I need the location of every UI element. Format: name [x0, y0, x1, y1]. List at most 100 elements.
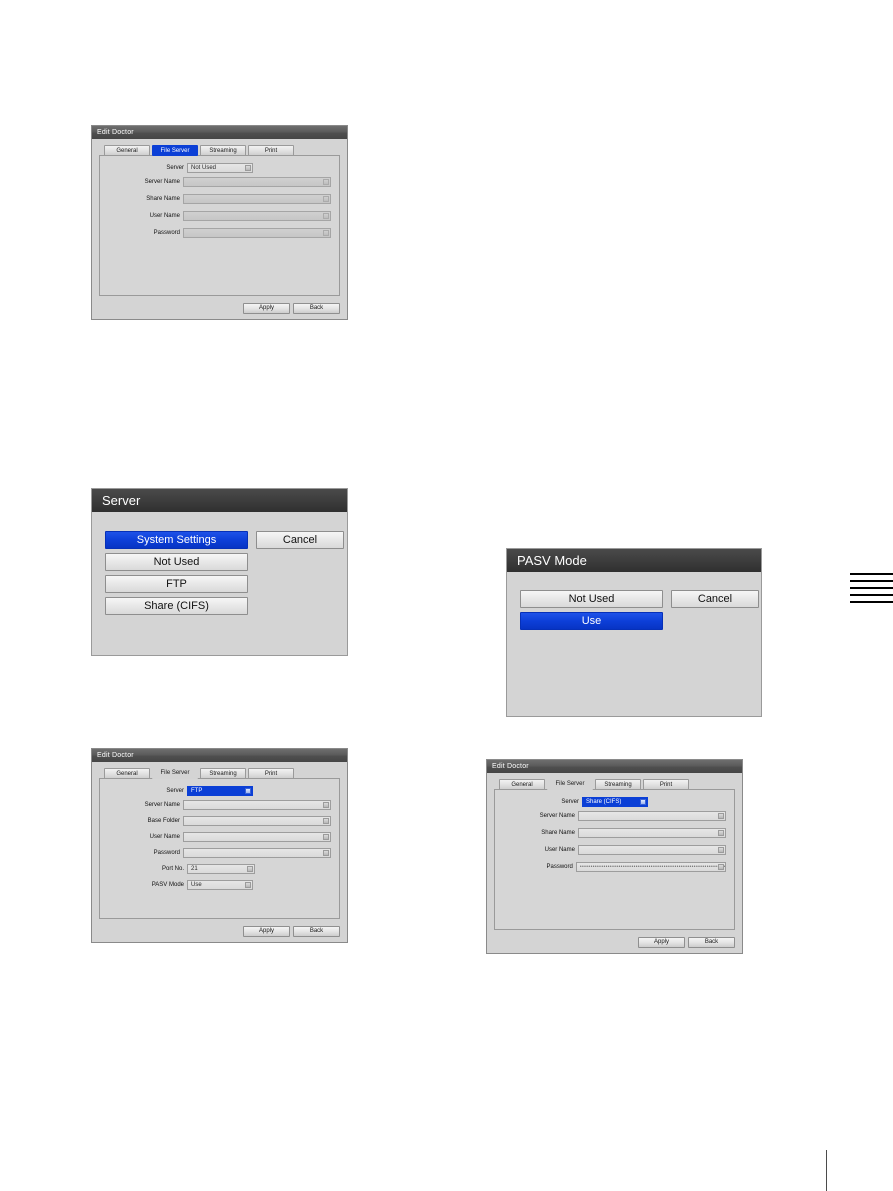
- combo-server[interactable]: Not Used: [187, 163, 253, 173]
- keyboard-icon[interactable]: [718, 864, 724, 870]
- dialog-title: PASV Mode: [517, 553, 587, 568]
- input-server-name[interactable]: [577, 811, 726, 821]
- label-server: Server: [166, 788, 184, 794]
- apply-button[interactable]: Apply: [243, 303, 290, 314]
- chevron-down-icon[interactable]: [640, 799, 646, 805]
- label-base-folder: Base Folder: [147, 818, 180, 824]
- chevron-down-icon[interactable]: [245, 788, 251, 794]
- label-user-name: User Name: [149, 213, 180, 219]
- field-row-server: Server Share (CIFS): [503, 797, 726, 807]
- server-choice-dialog: Server System Settings Not Used FTP Shar…: [91, 488, 348, 656]
- tab-general[interactable]: General: [104, 145, 150, 156]
- keyboard-icon: [323, 213, 329, 219]
- input-user-name[interactable]: [182, 832, 331, 842]
- combo-server[interactable]: Share (CIFS): [582, 797, 648, 807]
- dialog-titlebar: Edit Doctor: [92, 126, 347, 139]
- label-server: Server: [166, 165, 184, 171]
- tab-bar: General File Server Streaming Print: [99, 145, 340, 156]
- combo-pasv-mode[interactable]: Use: [187, 880, 253, 890]
- back-button[interactable]: Back: [293, 926, 340, 937]
- input-share-name[interactable]: [577, 828, 726, 838]
- input-server-name[interactable]: [182, 800, 331, 810]
- pasv-mode-choice-dialog: PASV Mode Not Used Use Cancel: [506, 548, 762, 717]
- label-share-name: Share Name: [146, 196, 180, 202]
- edit-doctor-dialog-ftp: Edit Doctor General File Server Streamin…: [91, 748, 348, 943]
- combo-server-value: FTP: [191, 787, 203, 794]
- input-password-value: ••••••••••••••••••••••••••••••••••••••••…: [579, 863, 725, 870]
- label-share-name: Share Name: [541, 830, 575, 836]
- cancel-button[interactable]: Cancel: [256, 531, 344, 549]
- tab-bar: General File Server Streaming Print: [494, 779, 735, 790]
- tab-streaming[interactable]: Streaming: [595, 779, 641, 790]
- option-share-cifs[interactable]: Share (CIFS): [105, 597, 248, 615]
- keyboard-icon[interactable]: [718, 847, 724, 853]
- keyboard-icon[interactable]: [718, 813, 724, 819]
- tab-print[interactable]: Print: [248, 145, 294, 156]
- field-row-user-name: User Name: [108, 832, 331, 842]
- dialog-body: General File Server Streaming Print Serv…: [92, 762, 347, 942]
- back-button[interactable]: Back: [688, 937, 735, 948]
- label-password: Password: [153, 230, 180, 236]
- dialog-button-row: Apply Back: [243, 926, 340, 937]
- chevron-down-icon[interactable]: [245, 165, 251, 171]
- tab-panel-file-server: Server Not Used Server Name Share Name U…: [99, 155, 340, 296]
- keyboard-icon[interactable]: [323, 818, 329, 824]
- tab-file-server[interactable]: File Server: [152, 768, 198, 779]
- dialog-titlebar: PASV Mode: [507, 549, 761, 572]
- keypad-icon[interactable]: [247, 866, 253, 872]
- tab-general[interactable]: General: [499, 779, 545, 790]
- edit-doctor-dialog-not-used: Edit Doctor General File Server Streamin…: [91, 125, 348, 320]
- input-port-no[interactable]: 21: [187, 864, 255, 874]
- field-row-server: Server FTP: [108, 786, 331, 796]
- field-row-server-name: Server Name: [108, 800, 331, 810]
- combo-server[interactable]: FTP: [187, 786, 253, 796]
- back-button[interactable]: Back: [293, 303, 340, 314]
- keyboard-icon[interactable]: [323, 802, 329, 808]
- input-port-no-value: 21: [191, 865, 198, 872]
- edit-doctor-dialog-cifs: Edit Doctor General File Server Streamin…: [486, 759, 743, 954]
- keyboard-icon[interactable]: [323, 850, 329, 856]
- tab-file-server[interactable]: File Server: [547, 779, 593, 790]
- input-base-folder[interactable]: [182, 816, 331, 826]
- tab-streaming[interactable]: Streaming: [200, 768, 246, 779]
- tab-file-server[interactable]: File Server: [152, 145, 198, 156]
- apply-button[interactable]: Apply: [243, 926, 290, 937]
- label-password: Password: [153, 850, 180, 856]
- tab-print[interactable]: Print: [643, 779, 689, 790]
- input-server-name: [182, 177, 331, 187]
- dialog-body: System Settings Not Used FTP Share (CIFS…: [92, 512, 347, 655]
- label-server-name: Server Name: [144, 179, 180, 185]
- label-password: Password: [546, 864, 573, 870]
- tab-general[interactable]: General: [104, 768, 150, 779]
- tab-streaming[interactable]: Streaming: [200, 145, 246, 156]
- option-ftp[interactable]: FTP: [105, 575, 248, 593]
- option-not-used[interactable]: Not Used: [520, 590, 663, 608]
- cancel-button[interactable]: Cancel: [671, 590, 759, 608]
- tab-print[interactable]: Print: [248, 768, 294, 779]
- input-user-name[interactable]: [577, 845, 726, 855]
- chevron-down-icon[interactable]: [245, 882, 251, 888]
- option-use[interactable]: Use: [520, 612, 663, 630]
- dialog-body: General File Server Streaming Print Serv…: [487, 773, 742, 953]
- dialog-titlebar: Edit Doctor: [487, 760, 742, 773]
- input-password[interactable]: ••••••••••••••••••••••••••••••••••••••••…: [575, 862, 726, 872]
- field-row-share-name: Share Name: [108, 194, 331, 204]
- field-row-server-name: Server Name: [108, 177, 331, 187]
- option-system-settings[interactable]: System Settings: [105, 531, 248, 549]
- option-not-used[interactable]: Not Used: [105, 553, 248, 571]
- field-row-user-name: User Name: [503, 845, 726, 855]
- input-user-name: [182, 211, 331, 221]
- dialog-titlebar: Server: [92, 489, 347, 512]
- dialog-body: Not Used Use Cancel: [507, 572, 761, 716]
- dialog-title: Server: [102, 493, 141, 508]
- dialog-title: Edit Doctor: [97, 752, 134, 759]
- keyboard-icon[interactable]: [718, 830, 724, 836]
- thumb-index-bar: [850, 587, 893, 589]
- combo-server-value: Not Used: [191, 164, 217, 171]
- apply-button[interactable]: Apply: [638, 937, 685, 948]
- tab-panel-file-server: Server FTP Server Name Base Folder User …: [99, 778, 340, 919]
- thumb-index-bar: [850, 580, 893, 582]
- keyboard-icon[interactable]: [323, 834, 329, 840]
- input-password[interactable]: [182, 848, 331, 858]
- dialog-body: General File Server Streaming Print Serv…: [92, 139, 347, 319]
